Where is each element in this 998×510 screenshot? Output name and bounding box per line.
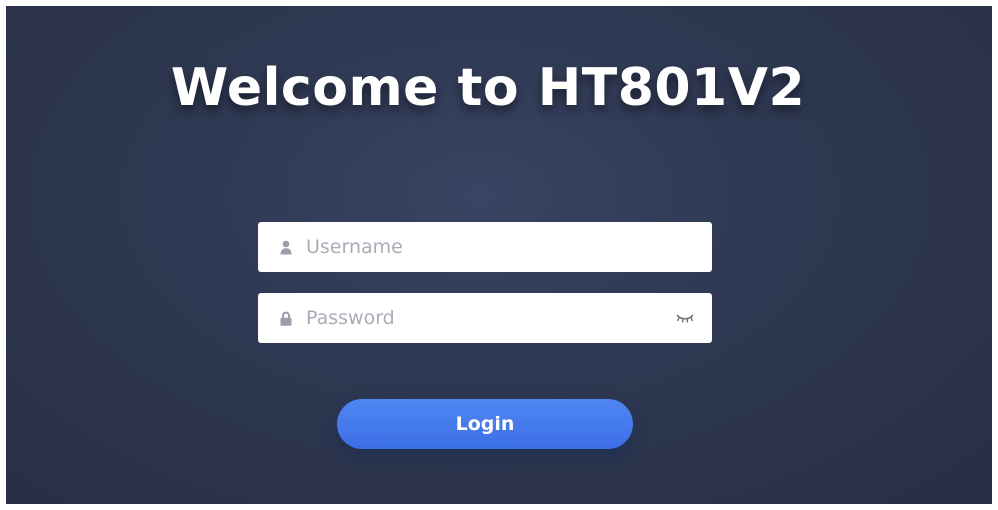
password-field[interactable] xyxy=(258,293,712,343)
user-icon xyxy=(278,239,294,255)
page-title: Welcome to HT801V2 xyxy=(170,58,806,118)
password-input[interactable] xyxy=(306,293,674,343)
eye-closed-icon[interactable] xyxy=(674,311,696,325)
login-screen: Welcome to HT801V2 L xyxy=(6,6,992,504)
lock-icon xyxy=(278,310,294,326)
username-input[interactable] xyxy=(306,222,712,272)
login-button[interactable]: Login xyxy=(337,399,633,449)
username-field[interactable] xyxy=(258,222,712,272)
